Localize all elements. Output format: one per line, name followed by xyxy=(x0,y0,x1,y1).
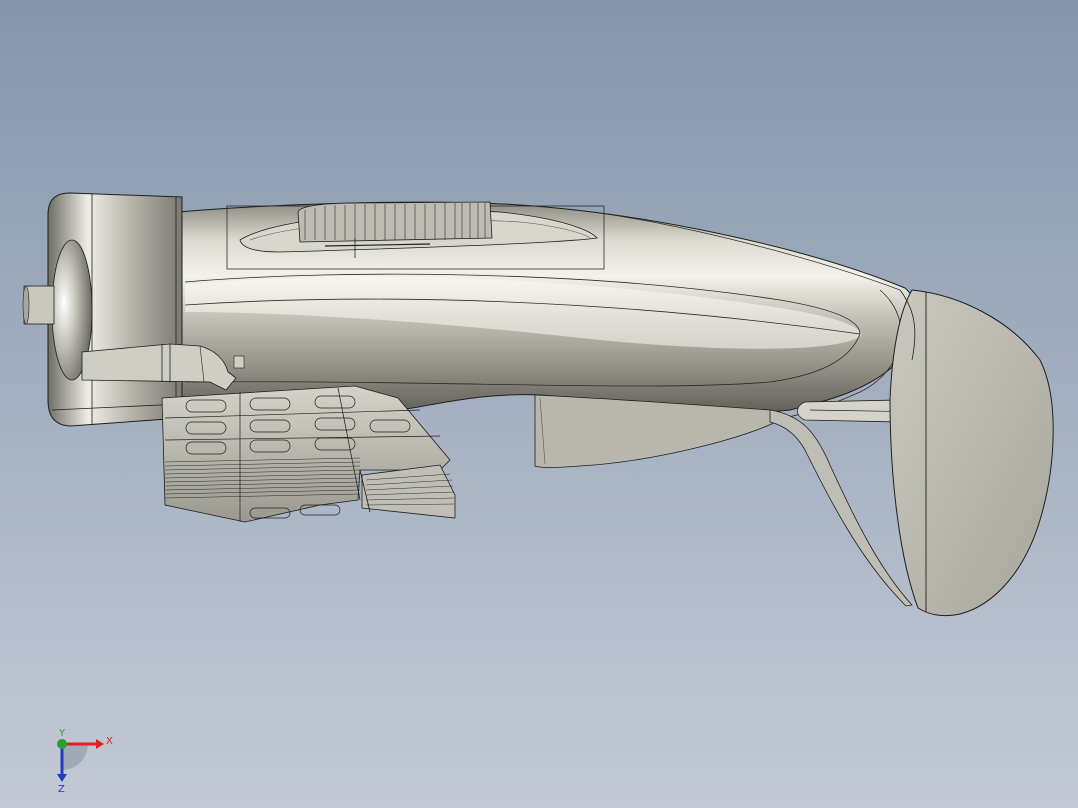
triad-quadrant xyxy=(62,744,88,770)
engine-cowling[interactable] xyxy=(47,192,183,427)
x-axis-label: X xyxy=(106,736,113,747)
view-orientation-triad[interactable]: X Y Z xyxy=(40,722,120,794)
aircraft-fuselage-model[interactable] xyxy=(0,0,1078,808)
vertical-fin[interactable] xyxy=(889,289,1054,617)
z-axis-label: Z xyxy=(58,784,65,794)
y-axis-dot xyxy=(57,739,67,749)
propeller-shaft[interactable] xyxy=(22,285,55,325)
graphics-viewport[interactable]: X Y Z xyxy=(0,0,1078,808)
x-axis-arrowhead xyxy=(96,739,104,749)
z-axis-arrowhead xyxy=(57,774,67,782)
y-axis-label: Y xyxy=(58,728,66,739)
